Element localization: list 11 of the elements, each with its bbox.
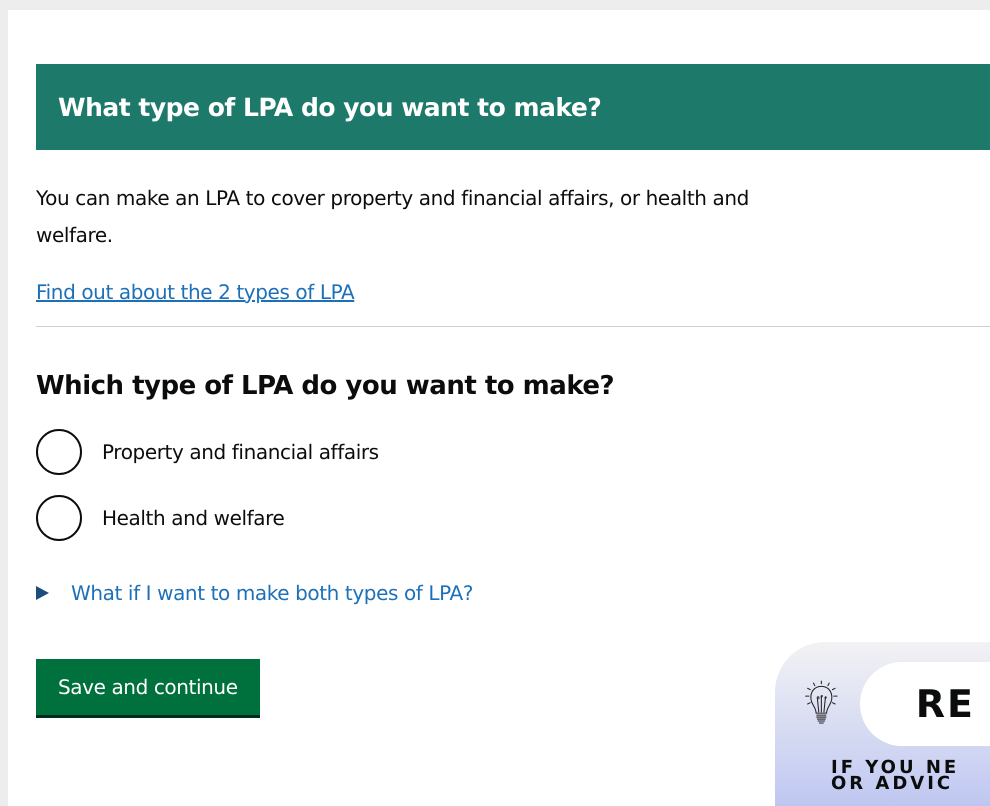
promo-badge: RE: [860, 662, 990, 746]
page-title: What type of LPA do you want to make?: [58, 92, 602, 122]
intro-text: You can make an LPA to cover property and financial affairs, or health and welfare.: [36, 185, 750, 249]
save-and-continue-button[interactable]: Save and continue: [36, 659, 260, 715]
question-heading: Which type of LPA do you want to make?: [36, 371, 614, 401]
info-link[interactable]: Find out about the 2 types of LPA: [36, 280, 354, 304]
option-label: Health and welfare: [102, 506, 284, 530]
promo-text: IF YOU NE: [831, 760, 960, 776]
details-summary-link[interactable]: What if I want to make both types of LPA?: [71, 581, 474, 605]
promo-text: OR ADVIC: [831, 776, 954, 792]
option-label: Property and financial affairs: [102, 440, 379, 464]
